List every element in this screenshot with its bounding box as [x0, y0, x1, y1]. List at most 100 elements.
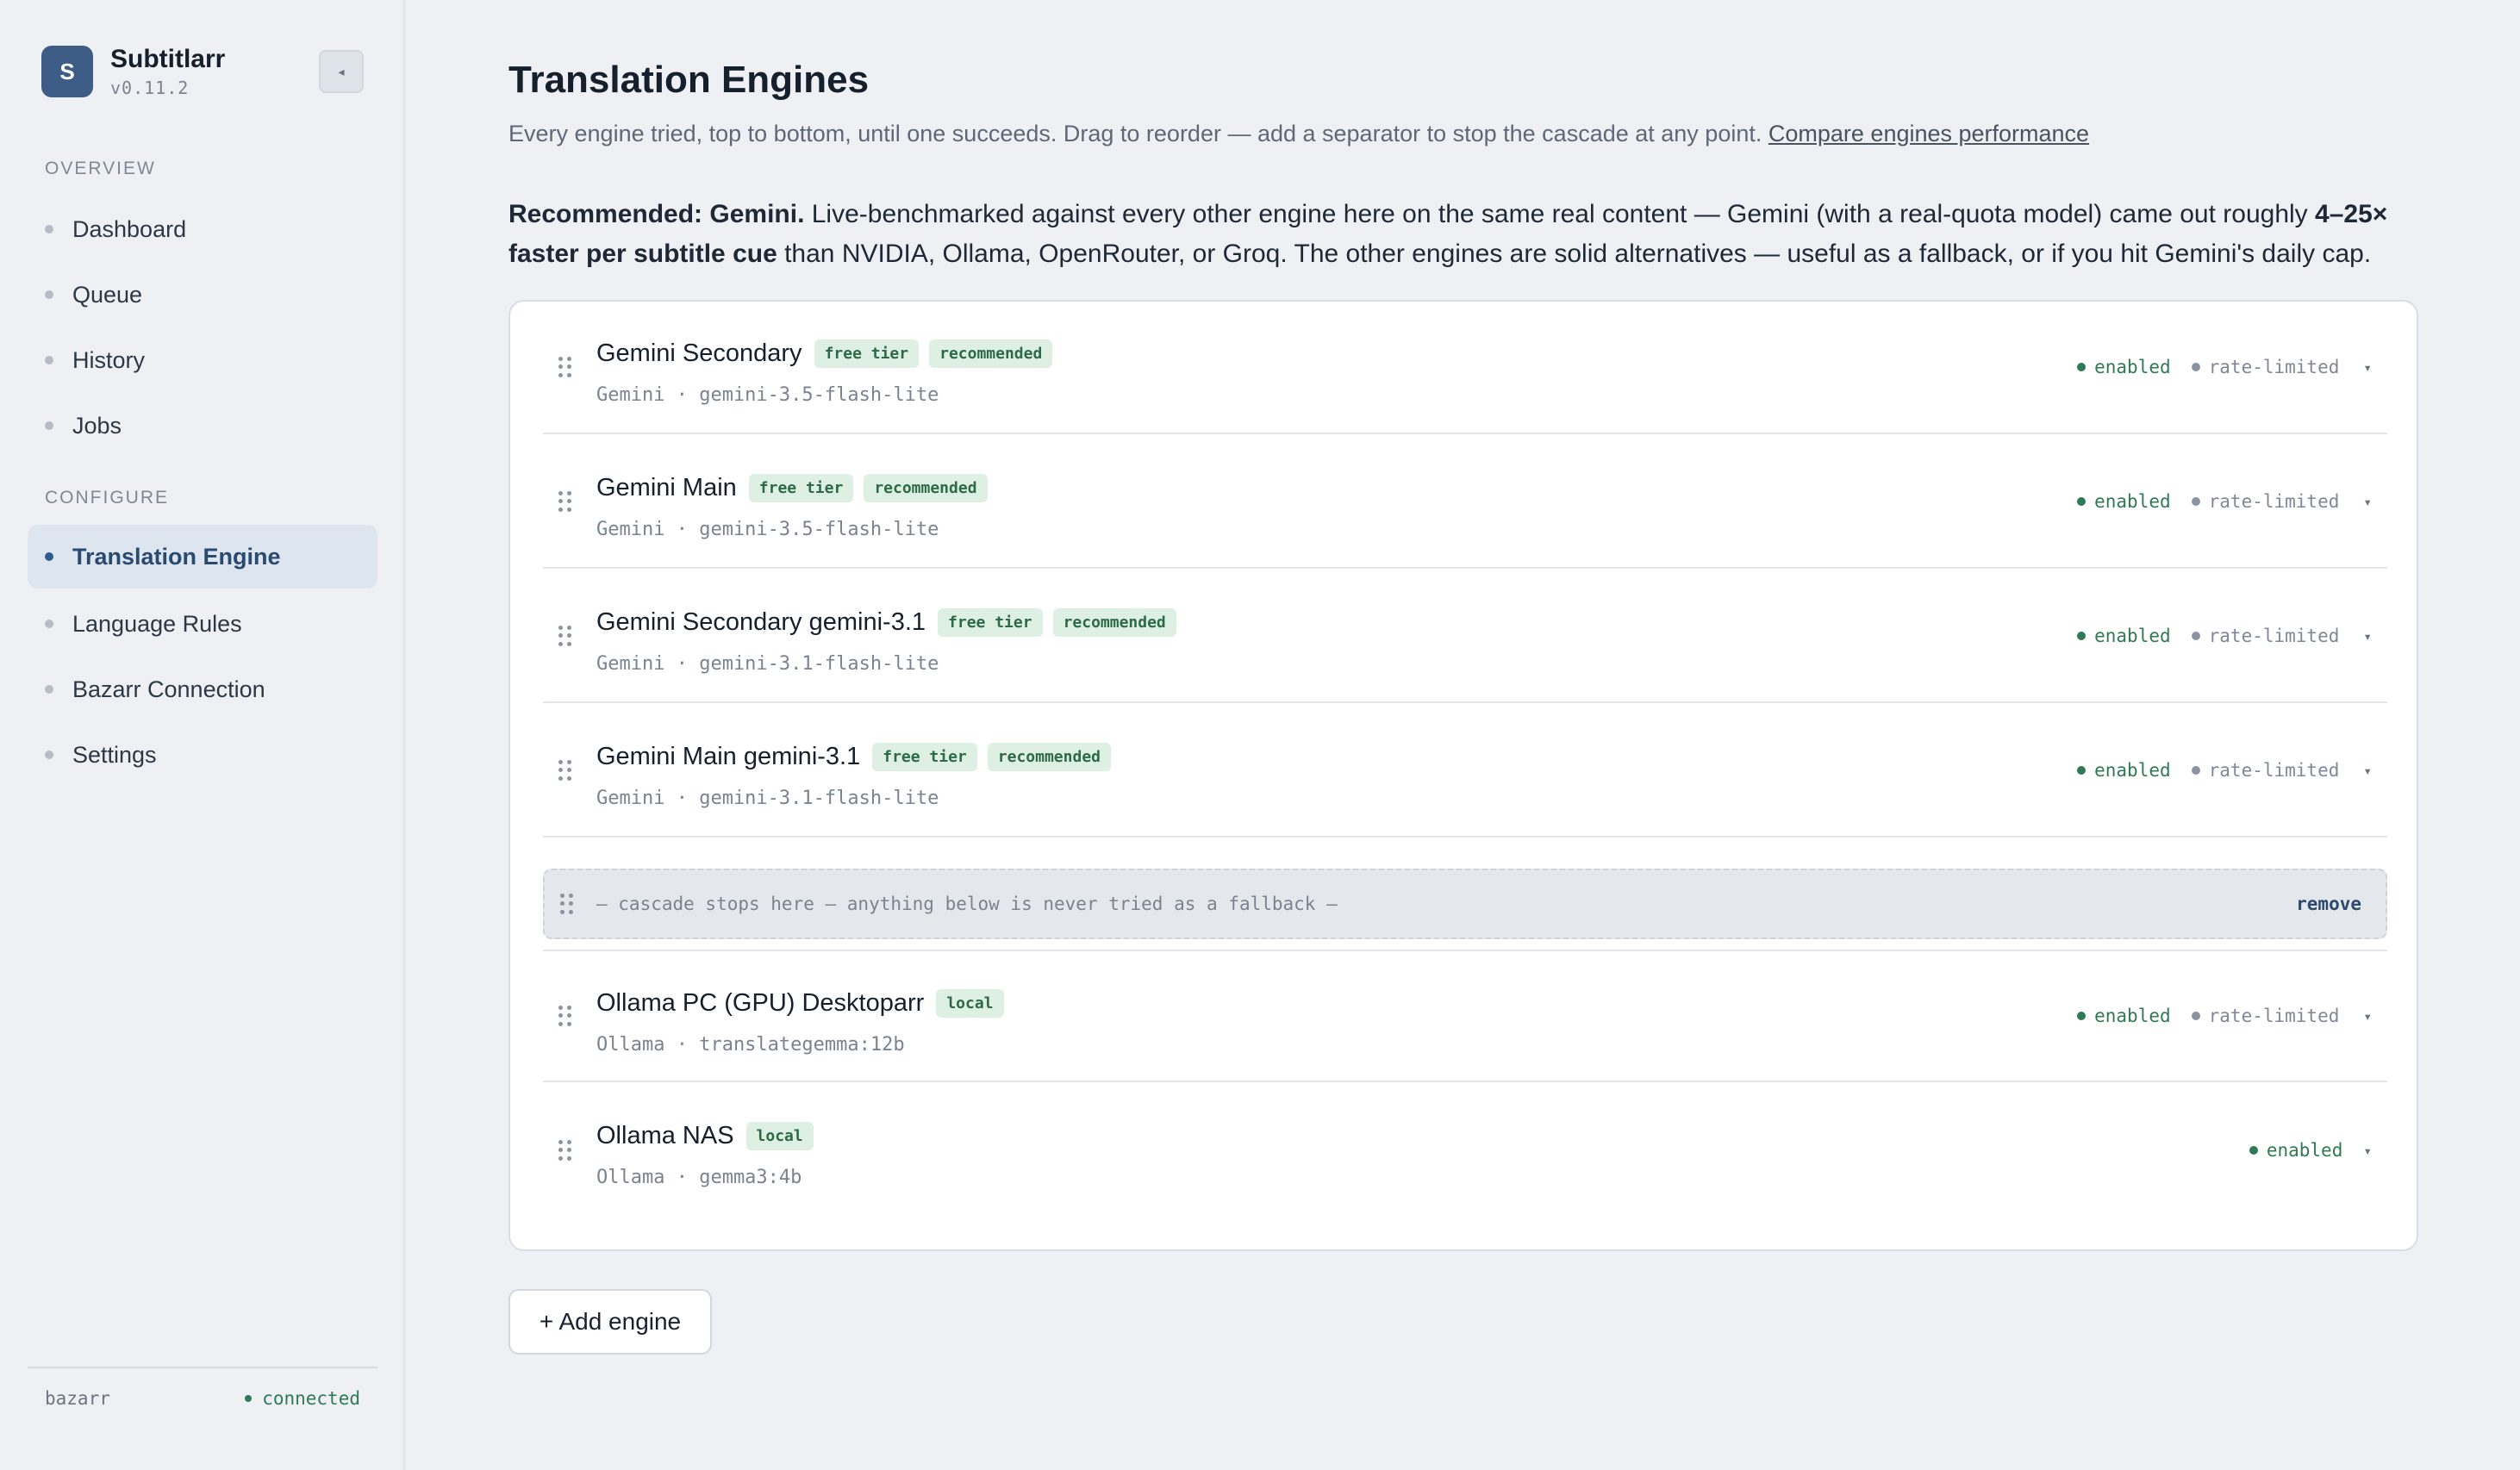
status-enabled: enabled — [2077, 491, 2171, 512]
engine-meta: Gemini · gemini-3.5-flash-lite — [596, 519, 939, 540]
drag-handle-icon[interactable] — [558, 760, 572, 781]
drag-handle-icon[interactable] — [558, 357, 572, 377]
bullet-icon — [45, 356, 53, 364]
collapse-sidebar-button[interactable]: ◂ — [319, 50, 364, 93]
status-rate-limited: rate-limited — [2191, 491, 2340, 512]
chevron-down-icon[interactable]: ▾ — [2363, 628, 2372, 645]
status-enabled: enabled — [2077, 760, 2171, 781]
chevron-down-icon[interactable]: ▾ — [2363, 1143, 2372, 1159]
nav-section-overview: OVERVIEW — [45, 159, 156, 178]
status-dot-icon — [245, 1395, 253, 1402]
chevron-down-icon[interactable]: ▾ — [2363, 494, 2372, 510]
sidebar-item-label: Queue — [72, 281, 143, 308]
brand-logo: S — [41, 46, 93, 97]
drag-handle-icon[interactable] — [558, 626, 572, 646]
bullet-icon — [45, 225, 53, 234]
badge-free-tier: free tier — [748, 474, 854, 502]
engine-meta: Gemini · gemini-3.1-flash-lite — [596, 653, 939, 675]
engine-row[interactable]: Gemini Main free tier recommended Gemini… — [543, 436, 2387, 569]
nav-section-configure: CONFIGURE — [45, 488, 169, 508]
drag-handle-icon[interactable] — [558, 1006, 572, 1026]
engine-row[interactable]: Gemini Secondary free tier recommended G… — [543, 302, 2387, 434]
page-subtitle: Every engine tried, top to bottom, until… — [508, 121, 2089, 147]
status-rate-limited: rate-limited — [2191, 1006, 2340, 1026]
bullet-icon — [45, 620, 53, 628]
engine-name: Ollama PC (GPU) Desktoparr — [596, 989, 925, 1017]
chevron-left-icon: ◂ — [338, 64, 345, 78]
sidebar-item-queue[interactable]: Queue — [28, 263, 377, 327]
bullet-icon — [45, 421, 53, 430]
engine-name: Gemini Secondary gemini-3.1 — [596, 608, 926, 636]
status-enabled: enabled — [2077, 1006, 2171, 1026]
status-dot-icon — [2191, 766, 2200, 775]
status-dot-icon — [2077, 766, 2086, 775]
status-rate-limited: rate-limited — [2191, 760, 2340, 781]
sidebar-item-settings[interactable]: Settings — [28, 723, 377, 787]
sidebar-item-label: History — [72, 346, 146, 373]
engine-meta: Ollama · gemma3:4b — [596, 1167, 802, 1188]
status-enabled-label: enabled — [2094, 1006, 2171, 1026]
separator-text: — cascade stops here — anything below is… — [596, 894, 1338, 914]
drag-handle-icon[interactable] — [558, 491, 572, 512]
engine-row[interactable]: Gemini Main gemini-3.1 free tier recomme… — [543, 705, 2387, 838]
drag-handle-icon[interactable] — [560, 894, 574, 914]
engine-list: Gemini Secondary free tier recommended G… — [508, 300, 2418, 1251]
status-dot-icon — [2077, 363, 2086, 371]
connection-footer: bazarr connected — [28, 1367, 377, 1429]
status-enabled-label: enabled — [2094, 491, 2171, 512]
sidebar: S Subtitlarr v0.11.2 ◂ OVERVIEW Dashboar… — [0, 0, 405, 1470]
chevron-down-icon[interactable]: ▾ — [2363, 1008, 2372, 1025]
status-rate-label: rate-limited — [2208, 760, 2340, 781]
status-rate-limited: rate-limited — [2191, 626, 2339, 646]
status-dot-icon — [2249, 1146, 2258, 1155]
add-engine-button[interactable]: + Add engine — [508, 1289, 712, 1355]
app-name: Subtitlarr — [110, 45, 226, 73]
sidebar-item-dashboard[interactable]: Dashboard — [28, 197, 377, 261]
cascade-separator[interactable]: — cascade stops here — anything below is… — [543, 869, 2387, 939]
recommendation-note: Recommended: Gemini. Live-benchmarked ag… — [508, 195, 2418, 274]
engine-meta: Gemini · gemini-3.5-flash-lite — [596, 384, 939, 406]
app-version: v0.11.2 — [110, 78, 190, 98]
status-rate-label: rate-limited — [2208, 357, 2340, 377]
engine-name: Gemini Main gemini-3.1 — [596, 743, 861, 770]
sidebar-item-label: Language Rules — [72, 610, 242, 637]
remove-separator-button[interactable]: remove — [2296, 894, 2361, 914]
status-dot-icon — [2191, 632, 2200, 640]
connection-status-label: connected — [262, 1388, 360, 1409]
engine-row[interactable]: Gemini Secondary gemini-3.1 free tier re… — [543, 570, 2387, 703]
bullet-icon — [45, 685, 53, 694]
sidebar-item-language-rules[interactable]: Language Rules — [28, 592, 377, 656]
status-dot-icon — [2077, 632, 2086, 640]
subtitle-text: Every engine tried, top to bottom, until… — [508, 121, 1762, 146]
chevron-down-icon[interactable]: ▾ — [2363, 359, 2372, 376]
status-rate-label: rate-limited — [2208, 1006, 2340, 1026]
status-enabled: enabled — [2077, 357, 2171, 377]
sidebar-item-jobs[interactable]: Jobs — [28, 394, 377, 458]
badge-free-tier: free tier — [938, 608, 1043, 637]
sidebar-item-bazarr-connection[interactable]: Bazarr Connection — [28, 657, 377, 721]
drag-handle-icon[interactable] — [558, 1140, 572, 1161]
sidebar-item-label: Jobs — [72, 412, 122, 439]
sidebar-item-translation-engine[interactable]: Translation Engine — [28, 525, 377, 589]
status-dot-icon — [2191, 1012, 2200, 1020]
engine-name: Ollama NAS — [596, 1122, 734, 1149]
bullet-icon — [45, 552, 53, 561]
engine-name: Gemini Main — [596, 474, 737, 501]
brand[interactable]: S Subtitlarr v0.11.2 — [41, 45, 225, 98]
engine-name: Gemini Secondary — [596, 339, 802, 367]
engine-row[interactable]: Ollama NAS local Ollama · gemma3:4b enab… — [543, 1084, 2387, 1217]
compare-engines-link[interactable]: Compare engines performance — [1768, 121, 2089, 146]
chevron-down-icon[interactable]: ▾ — [2363, 763, 2372, 779]
badge-free-tier: free tier — [814, 339, 920, 368]
recommendation-text: Live-benchmarked against every other eng… — [804, 200, 2316, 228]
badge-recommended: recommended — [1052, 608, 1176, 637]
status-dot-icon — [2191, 497, 2200, 506]
page-title: Translation Engines — [508, 59, 870, 101]
status-rate-label: rate-limited — [2208, 491, 2340, 512]
engine-row[interactable]: Ollama PC (GPU) Desktoparr local Ollama … — [543, 950, 2387, 1082]
status-dot-icon — [2077, 497, 2086, 506]
connection-status: connected — [245, 1388, 360, 1409]
recommendation-text-tail: than NVIDIA, Ollama, OpenRouter, or Groq… — [777, 240, 2372, 268]
sidebar-item-history[interactable]: History — [28, 328, 377, 392]
status-rate-limited: rate-limited — [2191, 357, 2340, 377]
